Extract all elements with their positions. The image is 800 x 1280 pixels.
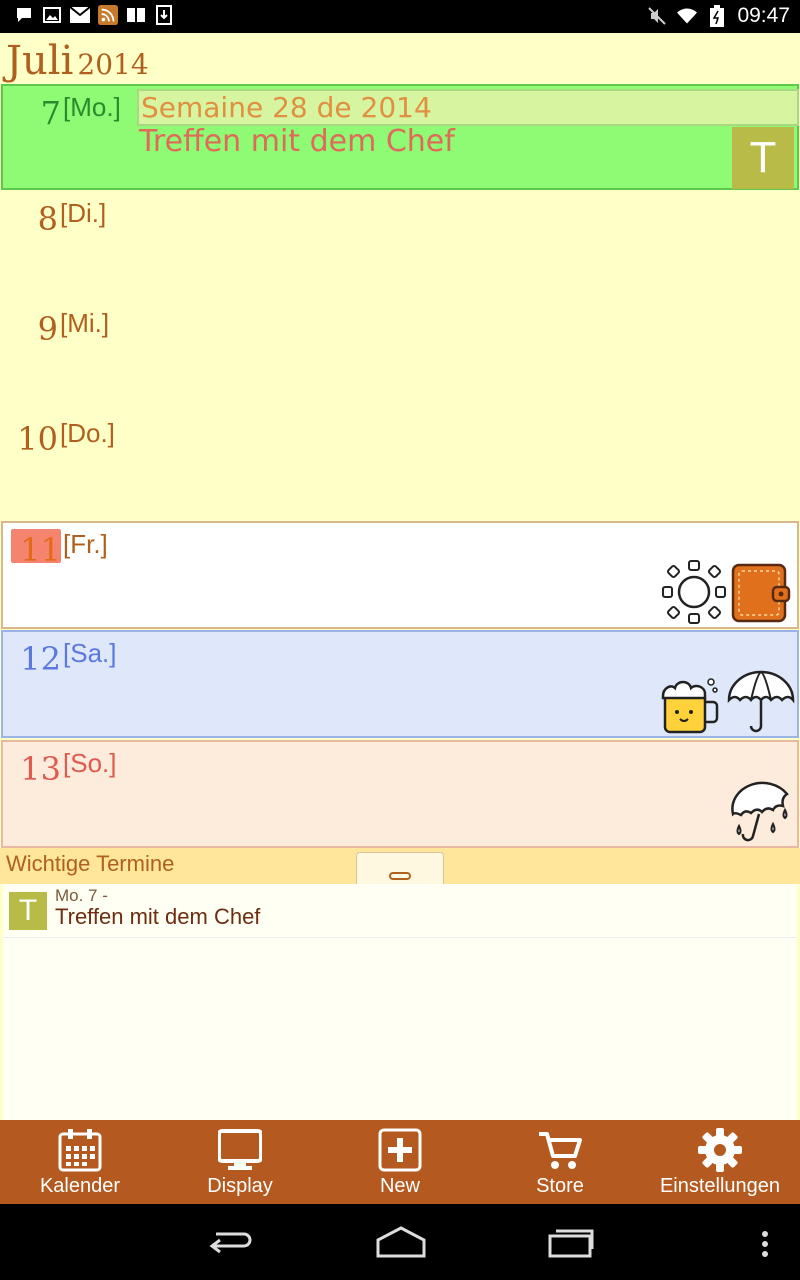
sun-icon: [661, 559, 727, 625]
recent-apps-icon[interactable]: [546, 1222, 598, 1266]
toolbar-einstellungen-button[interactable]: Einstellungen: [640, 1120, 800, 1204]
wallet-icon: [731, 561, 791, 625]
month-title[interactable]: Juli 2014: [6, 38, 149, 84]
event-tag-badge: T: [9, 892, 47, 930]
toolbar-store-button[interactable]: Store: [480, 1120, 640, 1204]
important-header-label: Wichtige Termine: [6, 851, 175, 876]
month-name: Juli: [6, 38, 74, 84]
day-weekday: [Mo.]: [63, 92, 121, 122]
day-number: 7: [40, 94, 61, 132]
toolbar-label: Einstellungen: [659, 1175, 781, 1197]
toolbar-display-button[interactable]: Display: [160, 1120, 320, 1204]
toolbar-new-button[interactable]: New: [320, 1120, 480, 1204]
day-number: 13: [20, 750, 61, 788]
toolbar-label: Store: [536, 1175, 584, 1197]
important-list: T Mo. 7 - Treffen mit dem Chef: [3, 884, 797, 1120]
back-icon[interactable]: [204, 1222, 254, 1266]
cart-icon: [539, 1132, 582, 1169]
calendar-icon: [58, 1129, 102, 1172]
day-weekday: [Di.]: [60, 198, 107, 228]
system-nav-bar: [0, 1204, 800, 1280]
notification-book-icon: [126, 5, 146, 25]
day-number: 9: [37, 310, 58, 348]
day-weekday: [Do.]: [60, 418, 115, 448]
toolbar-label: New: [379, 1175, 420, 1197]
list-item-title: Treffen mit dem Chef: [55, 904, 261, 929]
toolbar-kalender-button[interactable]: Kalender: [0, 1120, 160, 1204]
day-row-9[interactable]: 9 [Mi.]: [0, 302, 800, 410]
umbrella-icon: [727, 668, 795, 736]
day-row-10[interactable]: 10 [Do.]: [0, 412, 800, 520]
day-row-11[interactable]: 11 [Fr.]: [1, 521, 799, 629]
day-row-12[interactable]: 12 [Sa.]: [1, 630, 799, 738]
list-item-date: Mo. 7 -: [55, 886, 108, 905]
gear-icon: [698, 1128, 742, 1172]
day-number: 10: [17, 420, 58, 458]
minus-icon: [389, 872, 411, 880]
battery-icon: [707, 5, 727, 27]
toolbar-label: Kalender: [39, 1175, 121, 1197]
day-number: 8: [37, 200, 58, 238]
list-item[interactable]: T Mo. 7 - Treffen mit dem Chef: [3, 884, 797, 938]
day-row-13[interactable]: 13 [So.]: [1, 740, 799, 848]
notification-chat-icon: [14, 5, 34, 25]
plus-icon: [378, 1128, 422, 1172]
toolbar-label: Display: [207, 1175, 273, 1197]
week-label: Semaine 28 de 2014: [137, 89, 799, 126]
mute-icon: [647, 6, 667, 26]
day-number: 11: [20, 531, 61, 569]
event-title[interactable]: Treffen mit dem Chef: [139, 124, 455, 159]
home-icon[interactable]: [374, 1222, 428, 1266]
overflow-menu-icon[interactable]: [758, 1230, 772, 1264]
day-row-7[interactable]: 7 [Mo.] Semaine 28 de 2014 Treffen mit d…: [1, 84, 799, 190]
bottom-toolbar: Kalender Display New Store Einstellungen: [0, 1120, 800, 1204]
status-bar: 09:47: [0, 0, 800, 33]
month-year: 2014: [77, 48, 149, 81]
day-weekday: [So.]: [63, 748, 117, 778]
day-weekday: [Mi.]: [60, 308, 110, 338]
notification-image-icon: [42, 5, 62, 25]
notification-download-icon: [154, 5, 174, 25]
status-clock: 09:47: [737, 4, 790, 27]
day-number: 12: [20, 640, 61, 678]
notification-mail-icon: [70, 5, 90, 25]
event-tag-badge: T: [732, 127, 794, 189]
monitor-icon: [218, 1129, 262, 1170]
notification-rss-icon: [98, 5, 118, 25]
day-weekday: [Fr.]: [63, 529, 108, 559]
beer-icon: [659, 672, 723, 736]
rain-umbrella-icon: [727, 780, 795, 846]
day-weekday: [Sa.]: [63, 638, 117, 668]
day-row-8[interactable]: 8 [Di.]: [0, 192, 800, 300]
wifi-icon: [677, 6, 698, 26]
